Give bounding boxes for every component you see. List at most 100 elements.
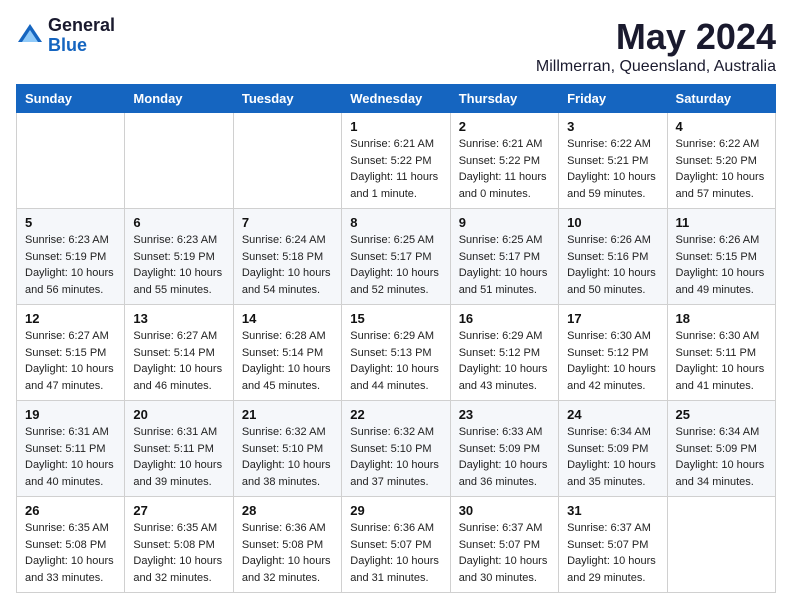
calendar-cell: 20 Sunrise: 6:31 AMSunset: 5:11 PMDayligh… <box>125 401 233 497</box>
day-info: Sunrise: 6:25 AMSunset: 5:17 PMDaylight:… <box>459 232 550 298</box>
day-info: Sunrise: 6:26 AMSunset: 5:16 PMDaylight:… <box>567 232 658 298</box>
day-number: 21 <box>242 407 333 422</box>
day-number: 1 <box>350 119 441 134</box>
calendar-cell <box>125 113 233 209</box>
calendar-cell: 1 Sunrise: 6:21 AMSunset: 5:22 PMDaylight… <box>342 113 450 209</box>
calendar-body: 1 Sunrise: 6:21 AMSunset: 5:22 PMDaylight… <box>17 113 776 593</box>
day-info: Sunrise: 6:28 AMSunset: 5:14 PMDaylight:… <box>242 328 333 394</box>
day-info: Sunrise: 6:26 AMSunset: 5:15 PMDaylight:… <box>676 232 767 298</box>
day-number: 7 <box>242 215 333 230</box>
calendar-week-row: 26Sunrise: 6:35 AMSunset: 5:08 PMDayligh… <box>17 497 776 593</box>
day-info: Sunrise: 6:33 AMSunset: 5:09 PMDaylight:… <box>459 424 550 490</box>
day-info: Sunrise: 6:29 AMSunset: 5:12 PMDaylight:… <box>459 328 550 394</box>
logo: General Blue <box>16 16 115 56</box>
calendar-cell: 23 Sunrise: 6:33 AMSunset: 5:09 PMDayligh… <box>450 401 558 497</box>
day-info: Sunrise: 6:24 AMSunset: 5:18 PMDaylight:… <box>242 232 333 298</box>
day-number: 12 <box>25 311 116 326</box>
calendar-cell: 2Sunrise: 6:21 AMSunset: 5:22 PMDaylight… <box>450 113 558 209</box>
header-day-wednesday: Wednesday <box>342 85 450 113</box>
calendar-cell <box>17 113 125 209</box>
day-info: Sunrise: 6:31 AMSunset: 5:11 PMDaylight:… <box>25 424 116 490</box>
day-number: 29 <box>350 503 441 518</box>
day-number: 24 <box>567 407 658 422</box>
day-number: 31 <box>567 503 658 518</box>
day-number: 18 <box>676 311 767 326</box>
day-number: 8 <box>350 215 441 230</box>
calendar-week-row: 19 Sunrise: 6:31 AMSunset: 5:11 PMDayligh… <box>17 401 776 497</box>
calendar-week-row: 1 Sunrise: 6:21 AMSunset: 5:22 PMDaylight… <box>17 113 776 209</box>
day-info: Sunrise: 6:32 AMSunset: 5:10 PMDaylight:… <box>350 424 441 490</box>
calendar-cell <box>667 497 775 593</box>
day-number: 14 <box>242 311 333 326</box>
day-number: 4 <box>676 119 767 134</box>
header-day-sunday: Sunday <box>17 85 125 113</box>
day-info: Sunrise: 6:32 AMSunset: 5:10 PMDaylight:… <box>242 424 333 490</box>
day-number: 19 <box>25 407 116 422</box>
day-info: Sunrise: 6:37 AMSunset: 5:07 PMDaylight:… <box>459 520 550 586</box>
day-number: 6 <box>133 215 224 230</box>
calendar-cell: 19 Sunrise: 6:31 AMSunset: 5:11 PMDayligh… <box>17 401 125 497</box>
header: General Blue May 2024 Millmerran, Queens… <box>16 16 776 76</box>
day-number: 10 <box>567 215 658 230</box>
day-info: Sunrise: 6:31 AMSunset: 5:11 PMDaylight:… <box>133 424 224 490</box>
logo-text: General Blue <box>48 16 115 56</box>
logo-general-text: General <box>48 16 115 36</box>
calendar-header-row: SundayMondayTuesdayWednesdayThursdayFrid… <box>17 85 776 113</box>
calendar-cell <box>233 113 341 209</box>
day-number: 16 <box>459 311 550 326</box>
calendar-week-row: 5Sunrise: 6:23 AMSunset: 5:19 PMDaylight… <box>17 209 776 305</box>
day-info: Sunrise: 6:36 AMSunset: 5:08 PMDaylight:… <box>242 520 333 586</box>
location-title: Millmerran, Queensland, Australia <box>536 58 776 76</box>
calendar-cell: 11 Sunrise: 6:26 AMSunset: 5:15 PMDayligh… <box>667 209 775 305</box>
calendar-cell: 21 Sunrise: 6:32 AMSunset: 5:10 PMDayligh… <box>233 401 341 497</box>
calendar-cell: 27Sunrise: 6:35 AMSunset: 5:08 PMDayligh… <box>125 497 233 593</box>
day-number: 9 <box>459 215 550 230</box>
day-number: 3 <box>567 119 658 134</box>
day-info: Sunrise: 6:29 AMSunset: 5:13 PMDaylight:… <box>350 328 441 394</box>
day-number: 15 <box>350 311 441 326</box>
calendar-cell: 28 Sunrise: 6:36 AMSunset: 5:08 PMDayligh… <box>233 497 341 593</box>
calendar-cell: 22 Sunrise: 6:32 AMSunset: 5:10 PMDayligh… <box>342 401 450 497</box>
day-info: Sunrise: 6:37 AMSunset: 5:07 PMDaylight:… <box>567 520 658 586</box>
day-info: Sunrise: 6:22 AMSunset: 5:21 PMDaylight:… <box>567 136 658 202</box>
calendar-cell: 30 Sunrise: 6:37 AMSunset: 5:07 PMDayligh… <box>450 497 558 593</box>
day-info: Sunrise: 6:22 AMSunset: 5:20 PMDaylight:… <box>676 136 767 202</box>
logo-icon <box>16 22 44 50</box>
day-number: 27 <box>133 503 224 518</box>
day-number: 30 <box>459 503 550 518</box>
calendar-cell: 31 Sunrise: 6:37 AMSunset: 5:07 PMDayligh… <box>559 497 667 593</box>
day-info: Sunrise: 6:25 AMSunset: 5:17 PMDaylight:… <box>350 232 441 298</box>
day-info: Sunrise: 6:21 AMSunset: 5:22 PMDaylight:… <box>350 136 441 202</box>
calendar-cell: 18 Sunrise: 6:30 AMSunset: 5:11 PMDayligh… <box>667 305 775 401</box>
day-number: 20 <box>133 407 224 422</box>
day-number: 26 <box>25 503 116 518</box>
day-info: Sunrise: 6:27 AMSunset: 5:14 PMDaylight:… <box>133 328 224 394</box>
logo-blue-text: Blue <box>48 36 115 56</box>
day-info: Sunrise: 6:30 AMSunset: 5:11 PMDaylight:… <box>676 328 767 394</box>
calendar-cell: 13 Sunrise: 6:27 AMSunset: 5:14 PMDayligh… <box>125 305 233 401</box>
day-number: 22 <box>350 407 441 422</box>
calendar-week-row: 12Sunrise: 6:27 AMSunset: 5:15 PMDayligh… <box>17 305 776 401</box>
day-number: 23 <box>459 407 550 422</box>
day-number: 13 <box>133 311 224 326</box>
header-day-saturday: Saturday <box>667 85 775 113</box>
calendar-cell: 24 Sunrise: 6:34 AMSunset: 5:09 PMDayligh… <box>559 401 667 497</box>
calendar-cell: 26Sunrise: 6:35 AMSunset: 5:08 PMDayligh… <box>17 497 125 593</box>
title-area: May 2024 Millmerran, Queensland, Austral… <box>536 16 776 76</box>
month-title: May 2024 <box>536 16 776 58</box>
day-number: 11 <box>676 215 767 230</box>
calendar-cell: 7 Sunrise: 6:24 AMSunset: 5:18 PMDaylight… <box>233 209 341 305</box>
calendar-cell: 10 Sunrise: 6:26 AMSunset: 5:16 PMDayligh… <box>559 209 667 305</box>
calendar-cell: 9 Sunrise: 6:25 AMSunset: 5:17 PMDaylight… <box>450 209 558 305</box>
day-info: Sunrise: 6:34 AMSunset: 5:09 PMDaylight:… <box>676 424 767 490</box>
calendar-cell: 16 Sunrise: 6:29 AMSunset: 5:12 PMDayligh… <box>450 305 558 401</box>
header-day-thursday: Thursday <box>450 85 558 113</box>
calendar-cell: 29Sunrise: 6:36 AMSunset: 5:07 PMDayligh… <box>342 497 450 593</box>
calendar-cell: 4 Sunrise: 6:22 AMSunset: 5:20 PMDaylight… <box>667 113 775 209</box>
day-number: 28 <box>242 503 333 518</box>
day-info: Sunrise: 6:34 AMSunset: 5:09 PMDaylight:… <box>567 424 658 490</box>
calendar-cell: 14 Sunrise: 6:28 AMSunset: 5:14 PMDayligh… <box>233 305 341 401</box>
day-info: Sunrise: 6:30 AMSunset: 5:12 PMDaylight:… <box>567 328 658 394</box>
calendar-cell: 12Sunrise: 6:27 AMSunset: 5:15 PMDayligh… <box>17 305 125 401</box>
header-day-monday: Monday <box>125 85 233 113</box>
